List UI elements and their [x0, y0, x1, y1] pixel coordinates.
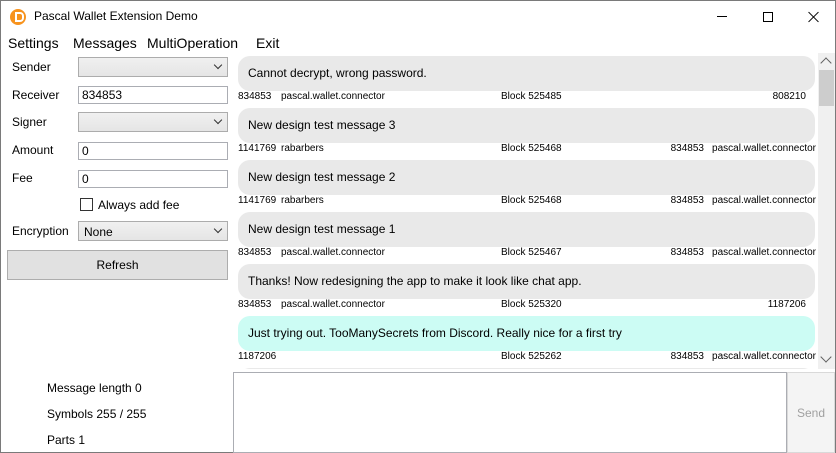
message-meta: 834853 pascal.wallet.connector Block 525…	[238, 91, 816, 105]
receiver-account: 808210	[772, 91, 806, 102]
receiver-account: 1187206	[767, 299, 806, 310]
sender-name: pascal.wallet.connector	[281, 299, 385, 310]
chevron-down-icon	[213, 115, 223, 125]
sender-account: 834853	[238, 91, 272, 102]
minimize-icon	[717, 16, 727, 17]
sender-account: 1187206	[238, 351, 277, 362]
always-add-fee-label: Always add fee	[98, 198, 180, 212]
message-bubble: New design test message 1	[238, 212, 815, 247]
message-length-stat: Message length 0	[47, 381, 142, 395]
close-icon	[808, 11, 820, 23]
encryption-select[interactable]: None	[78, 221, 228, 241]
menu-multioperation[interactable]: MultiOperation	[147, 35, 238, 51]
sender-account: 834853	[238, 299, 272, 310]
sender-name: pascal.wallet.connector	[281, 91, 385, 102]
sender-select[interactable]	[78, 57, 228, 77]
signer-select[interactable]	[78, 112, 228, 132]
message-list-scrollbar[interactable]	[818, 53, 835, 369]
chevron-down-icon	[213, 224, 223, 234]
sender-name: rabarbers	[281, 195, 324, 206]
chevron-down-icon	[213, 60, 223, 70]
sender-label: Sender	[12, 60, 51, 74]
maximize-icon	[763, 11, 773, 22]
block-number: Block 525485	[501, 91, 562, 102]
message-list[interactable]: Cannot decrypt, wrong password. 834853 p…	[234, 53, 818, 369]
symbols-stat: Symbols 255 / 255	[47, 407, 147, 421]
send-button[interactable]: Send	[787, 372, 835, 453]
message-bubble: Thanks! Now redesigning the app to make …	[238, 264, 815, 299]
message-bubble-partial	[238, 368, 815, 369]
fee-input[interactable]: 0	[78, 170, 228, 188]
scrollbar-thumb[interactable]	[819, 70, 834, 106]
receiver-name: pascal.wallet.connector	[712, 143, 816, 154]
message-bubble: Cannot decrypt, wrong password.	[238, 56, 815, 91]
menu-messages[interactable]: Messages	[73, 35, 137, 51]
block-number: Block 525468	[501, 195, 562, 206]
encryption-label: Encryption	[12, 224, 69, 238]
scroll-down-arrow-icon[interactable]	[820, 351, 832, 363]
pascal-logo-icon	[10, 9, 26, 25]
receiver-account: 834853	[670, 351, 704, 362]
block-number: Block 525320	[501, 299, 562, 310]
amount-input[interactable]: 0	[78, 142, 228, 160]
receiver-label: Receiver	[12, 88, 60, 102]
scroll-up-arrow-icon[interactable]	[820, 57, 832, 69]
signer-label: Signer	[12, 115, 47, 129]
message-meta: 834853 pascal.wallet.connector Block 525…	[238, 299, 816, 313]
app-window: Pascal Wallet Extension Demo Settings Me…	[0, 0, 836, 453]
always-add-fee-checkbox[interactable]	[80, 198, 93, 211]
receiver-account: 834853	[670, 195, 704, 206]
receiver-name: pascal.wallet.connector	[712, 195, 816, 206]
refresh-button[interactable]: Refresh	[7, 250, 228, 280]
receiver-account: 834853	[670, 143, 704, 154]
message-meta: 834853 pascal.wallet.connector Block 525…	[238, 247, 816, 261]
menu-exit[interactable]: Exit	[256, 35, 279, 51]
block-number: Block 525468	[501, 143, 562, 154]
message-meta: 1141769 rabarbers Block 525468 834853 pa…	[238, 195, 816, 209]
sender-name: pascal.wallet.connector	[281, 247, 385, 258]
parts-stat: Parts 1	[47, 433, 86, 447]
block-number: Block 525467	[501, 247, 562, 258]
message-bubble: New design test message 3	[238, 108, 815, 143]
title-bar[interactable]: Pascal Wallet Extension Demo	[1, 1, 835, 32]
message-input[interactable]	[233, 372, 787, 453]
menu-settings[interactable]: Settings	[8, 35, 59, 51]
block-number: Block 525262	[501, 351, 562, 362]
sender-account: 834853	[238, 247, 272, 258]
receiver-name: pascal.wallet.connector	[712, 351, 816, 362]
message-meta: 1187206 Block 525262 834853 pascal.walle…	[238, 351, 816, 365]
sender-account: 1141769	[238, 195, 277, 206]
message-meta: 1141769 rabarbers Block 525468 834853 pa…	[238, 143, 816, 157]
close-button[interactable]	[791, 1, 836, 32]
message-bubble: New design test message 2	[238, 160, 815, 195]
window-title: Pascal Wallet Extension Demo	[34, 9, 198, 23]
receiver-account: 834853	[670, 247, 704, 258]
receiver-input[interactable]: 834853	[78, 86, 228, 104]
sender-name: rabarbers	[281, 143, 324, 154]
maximize-button[interactable]	[745, 1, 791, 32]
message-bubble-own: Just trying out. TooManySecrets from Dis…	[238, 316, 815, 351]
fee-label: Fee	[12, 171, 33, 185]
encryption-value: None	[84, 225, 113, 239]
amount-label: Amount	[12, 143, 54, 157]
menu-bar: Settings Messages MultiOperation Exit	[1, 33, 835, 53]
minimize-button[interactable]	[699, 1, 745, 32]
sender-account: 1141769	[238, 143, 277, 154]
receiver-name: pascal.wallet.connector	[712, 247, 816, 258]
